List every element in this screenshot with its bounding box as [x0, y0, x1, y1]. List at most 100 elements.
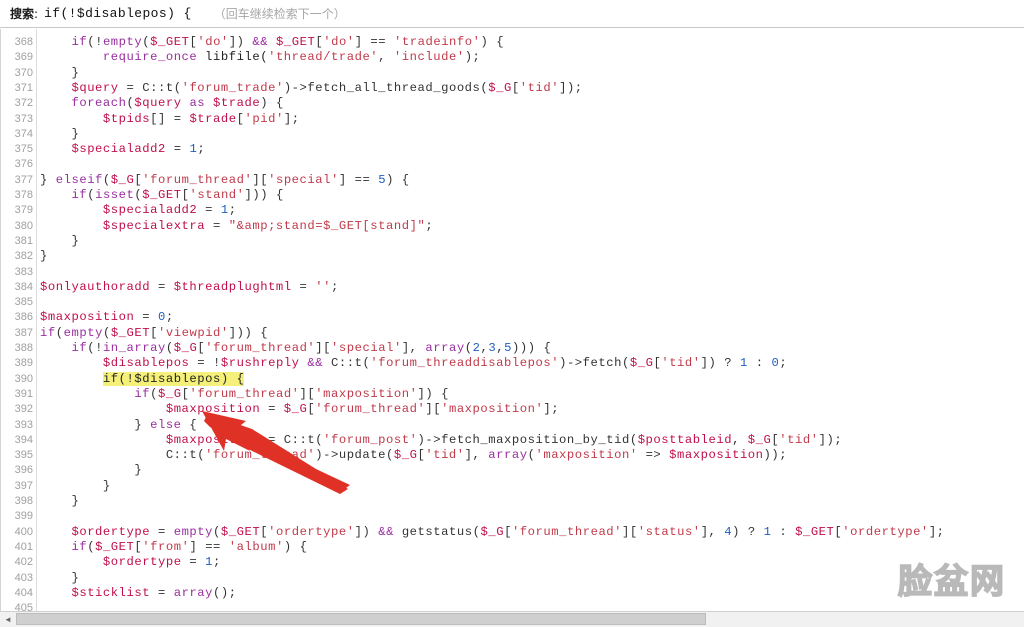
code-line[interactable]: 385: [0, 295, 1024, 310]
code-line[interactable]: 383: [0, 265, 1024, 280]
code-line[interactable]: 402 $ordertype = 1;: [0, 555, 1024, 570]
code-token: =: [150, 585, 174, 600]
code-line[interactable]: 378 if(isset($_GET['stand'])) {: [0, 188, 1024, 203]
code-line[interactable]: 399: [0, 509, 1024, 524]
line-number: 402: [14, 556, 33, 569]
line-number: 398: [14, 495, 33, 507]
code-token: 'forum_threaddisablepos': [370, 356, 560, 371]
code-text: }: [40, 463, 142, 478]
code-line[interactable]: 374 }: [0, 127, 1024, 142]
code-token: }: [40, 249, 48, 264]
code-token: 5: [504, 341, 512, 355]
code-line[interactable]: 388 if(!in_array($_G['forum_thread']['sp…: [0, 341, 1024, 356]
code-line[interactable]: 401 if($_GET['from'] == 'album') {: [0, 540, 1024, 555]
code-text: }: [40, 479, 111, 494]
code-line[interactable]: 403 }: [0, 571, 1024, 586]
code-line[interactable]: 384 $onlyauthoradd = $threadplughtml = ''…: [0, 280, 1024, 295]
code-token: = !: [189, 356, 221, 371]
scrollbar-track[interactable]: [16, 612, 1024, 627]
code-token: ] ==: [354, 35, 395, 49]
code-token: $threadplughtml: [173, 279, 292, 294]
code-token: 'forum_trade': [181, 80, 284, 95]
search-bar[interactable]: 搜索 : if(!$disablepos) { （回车继续检索下一个）: [0, 0, 1024, 28]
code-token: ];: [543, 402, 560, 417]
code-token: (!: [87, 35, 103, 49]
code-token: ][: [252, 172, 269, 187]
code-token: require_once: [102, 50, 198, 65]
code-token: (: [102, 325, 111, 340]
scroll-left-arrow-icon[interactable]: ◄: [0, 612, 16, 627]
code-line[interactable]: 368 if(!empty($_GET['do']) && $_GET['do'…: [0, 35, 1024, 50]
horizontal-scrollbar[interactable]: ◄: [0, 611, 1024, 627]
code-line[interactable]: 396 }: [0, 463, 1024, 478]
code-token: 'forum_thread': [315, 402, 426, 417]
code-line[interactable]: 372 foreach($query as $trade) {: [0, 96, 1024, 111]
code-line[interactable]: 377} elseif($_G['forum_thread']['special…: [0, 173, 1024, 188]
code-editor[interactable]: 368 if(!empty($_GET['do']) && $_GET['do'…: [0, 29, 1024, 611]
code-line[interactable]: 380 $specialextra = "&amp;stand=$_GET[st…: [0, 219, 1024, 234]
code-line[interactable]: 382}: [0, 249, 1024, 264]
code-token: $maxposition: [165, 402, 261, 417]
scrollbar-thumb[interactable]: [16, 613, 706, 625]
line-number: 379: [14, 204, 33, 217]
code-token: ;: [213, 555, 221, 570]
code-line[interactable]: 393 } else {: [0, 418, 1024, 433]
code-token: $disablepos: [102, 356, 190, 371]
code-token: 'album': [228, 539, 284, 554]
code-text: $maxposition = C::t('forum_post')->fetch…: [40, 433, 842, 448]
code-token: if: [40, 325, 56, 340]
code-line[interactable]: 373 $tpids[] = $trade['pid'];: [0, 112, 1024, 127]
code-line[interactable]: 394 $maxposition = C::t('forum_post')->f…: [0, 433, 1024, 448]
line-number: 378: [14, 189, 33, 201]
code-line[interactable]: 405: [0, 601, 1024, 611]
code-line[interactable]: 381 }: [0, 234, 1024, 249]
code-token: $query: [134, 96, 182, 111]
code-token: 'forum_thread': [189, 386, 300, 401]
search-input[interactable]: if(!$disablepos) {: [44, 6, 192, 21]
code-token: if: [134, 386, 151, 401]
code-line[interactable]: 371 $query = C::t('forum_trade')->fetch_…: [0, 81, 1024, 96]
code-token: )->fetch_maxposition_by_tid(: [417, 432, 638, 447]
code-line[interactable]: 386 $maxposition = 0;: [0, 310, 1024, 325]
code-token: ;: [779, 356, 788, 371]
code-token: ][: [299, 386, 316, 401]
line-number: 376: [14, 158, 33, 171]
code-token: ][: [622, 524, 638, 539]
code-line[interactable]: 391 if($_G['forum_thread']['maxposition'…: [0, 387, 1024, 402]
code-token: 'thread/trade': [268, 50, 379, 65]
line-number: 399: [14, 510, 33, 523]
code-line[interactable]: 389 $disablepos = !$rushreply && C::t('f…: [0, 356, 1024, 371]
code-token: )->update(: [315, 448, 394, 463]
code-token: 0: [157, 310, 166, 325]
code-line[interactable]: 395 C::t('forum_thread')->update($_G['ti…: [0, 448, 1024, 463]
code-line[interactable]: 392 $maxposition = $_G['forum_thread']['…: [0, 402, 1024, 417]
code-line[interactable]: 370 }: [0, 66, 1024, 81]
code-line[interactable]: 387 if(empty($_GET['viewpid'])) {: [0, 326, 1024, 341]
code-token: 'status': [637, 524, 701, 539]
code-text: if(empty($_GET['viewpid'])) {: [40, 326, 268, 341]
code-token: ();: [213, 585, 237, 600]
code-token: $_GET: [95, 539, 135, 554]
code-token: (: [102, 172, 111, 187]
code-token: 4: [724, 524, 733, 539]
code-token: [: [504, 524, 512, 539]
code-line[interactable]: 397 }: [0, 479, 1024, 494]
code-line[interactable]: 375 $specialadd2 = 1;: [0, 142, 1024, 157]
code-line[interactable]: 379 $specialadd2 = 1;: [0, 203, 1024, 218]
code-token: 'include': [393, 50, 465, 65]
code-token: ]): [228, 35, 253, 49]
code-line[interactable]: 390 if(!$disablepos) {: [0, 371, 1024, 387]
code-token: &&: [252, 35, 269, 49]
code-line[interactable]: 404 $sticklist = array();: [0, 586, 1024, 601]
code-line[interactable]: 369 require_once libfile('thread/trade',…: [0, 50, 1024, 65]
code-line[interactable]: 376: [0, 157, 1024, 172]
code-token: (: [87, 188, 96, 202]
code-token: ) {: [260, 96, 284, 111]
code-line[interactable]: 400 $ordertype = empty($_GET['ordertype'…: [0, 525, 1024, 540]
code-token: empty: [102, 35, 143, 49]
code-line[interactable]: 398 }: [0, 494, 1024, 509]
code-token: 'do': [197, 35, 229, 49]
